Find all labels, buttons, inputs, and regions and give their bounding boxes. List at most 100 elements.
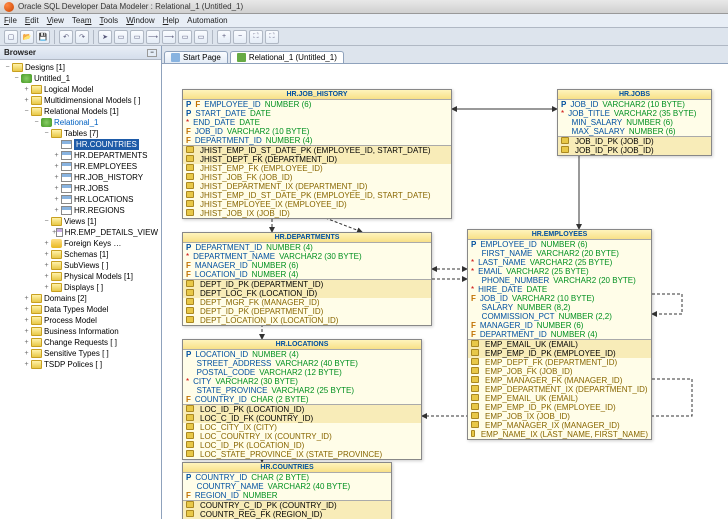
menu-edit[interactable]: Edit xyxy=(25,16,39,25)
twist-icon[interactable]: + xyxy=(22,84,31,95)
tree-node[interactable]: −Untitled_1 xyxy=(2,73,159,84)
menu-help[interactable]: Help xyxy=(163,16,179,25)
tree-node[interactable]: + HR.JOBS xyxy=(2,183,159,194)
twist-icon[interactable] xyxy=(52,139,61,150)
column-row: JOB_IDVARCHAR2 (10 BYTE) xyxy=(468,294,651,303)
tool-note-icon[interactable]: ▭ xyxy=(178,30,192,44)
twist-icon[interactable]: − xyxy=(22,106,31,117)
tool-fit2-icon[interactable]: ⛶ xyxy=(265,30,279,44)
tree-node[interactable]: +Change Requests [ ] xyxy=(2,337,159,348)
twist-icon[interactable]: + xyxy=(22,337,31,348)
tool-redo-icon[interactable]: ↷ xyxy=(75,30,89,44)
tree-node[interactable]: +Multidimensional Models [ ] xyxy=(2,95,159,106)
twist-icon[interactable]: + xyxy=(42,249,51,260)
tree-label: Designs [1] xyxy=(25,62,65,73)
tool-entity-icon[interactable]: ▭ xyxy=(114,30,128,44)
tool-fk2-icon[interactable]: ⟶ xyxy=(162,30,176,44)
twist-icon[interactable]: − xyxy=(42,216,51,227)
menu-window[interactable]: Window xyxy=(126,16,154,25)
tab-start-page[interactable]: Start Page xyxy=(164,51,228,63)
entity-countries[interactable]: HR.COUNTRIESCOUNTRY_IDCHAR (2 BYTE) COUN… xyxy=(182,462,392,519)
twist-icon[interactable]: + xyxy=(22,315,31,326)
menu-team[interactable]: Team xyxy=(72,16,92,25)
tool-new-icon[interactable]: ▢ xyxy=(4,30,18,44)
tree-node[interactable]: +HR.DEPARTMENTS xyxy=(2,150,159,161)
entity-job_history[interactable]: HR.JOB_HISTORYEMPLOYEE_IDNUMBER (6)START… xyxy=(182,89,452,219)
entity-jobs[interactable]: HR.JOBSJOB_IDVARCHAR2 (10 BYTE)JOB_TITLE… xyxy=(557,89,712,156)
page-icon xyxy=(171,53,180,62)
tree-node[interactable]: +Foreign Keys … xyxy=(2,238,159,249)
tree-node[interactable]: +Physical Models [1] xyxy=(2,271,159,282)
twist-icon[interactable]: + xyxy=(52,194,61,205)
twist-icon[interactable]: + xyxy=(52,205,61,216)
tool-save-icon[interactable]: 💾 xyxy=(36,30,50,44)
tree-node[interactable]: +Domains [2] xyxy=(2,293,159,304)
tree-node[interactable]: −Relational_1 xyxy=(2,117,159,128)
browser-tree[interactable]: −Designs [1]−Untitled_1+Logical Model+Mu… xyxy=(0,60,161,519)
tree-node[interactable]: +TSDP Polices [ ] xyxy=(2,359,159,370)
tree-node[interactable]: +HR.JOB_HISTORY xyxy=(2,172,159,183)
twist-icon[interactable]: + xyxy=(42,282,51,293)
tool-note2-icon[interactable]: ▭ xyxy=(194,30,208,44)
twist-icon[interactable]: + xyxy=(22,359,31,370)
tool-view-icon[interactable]: ▭ xyxy=(130,30,144,44)
tool-undo-icon[interactable]: ↶ xyxy=(59,30,73,44)
twist-icon[interactable]: − xyxy=(32,117,41,128)
key-icon xyxy=(186,423,194,430)
twist-icon[interactable]: + xyxy=(52,183,61,194)
key-icon xyxy=(51,239,62,248)
twist-icon[interactable]: + xyxy=(22,293,31,304)
column-row: COUNTRY_IDCHAR (2 BYTE) xyxy=(183,395,421,404)
twist-icon[interactable]: + xyxy=(42,260,51,271)
tool-open-icon[interactable]: 📂 xyxy=(20,30,34,44)
tool-arrow-icon[interactable]: ➤ xyxy=(98,30,112,44)
menu-file[interactable]: File xyxy=(4,16,17,25)
tree-node[interactable]: −Tables [7] xyxy=(2,128,159,139)
tree-node[interactable]: +Displays [ ] xyxy=(2,282,159,293)
twist-icon[interactable]: + xyxy=(22,348,31,359)
column-row: CITYVARCHAR2 (30 BYTE) xyxy=(183,377,421,386)
diagram-canvas[interactable]: HR.JOB_HISTORYEMPLOYEE_IDNUMBER (6)START… xyxy=(162,64,728,519)
twist-icon[interactable]: + xyxy=(22,326,31,337)
menu-automation[interactable]: Automation xyxy=(187,16,227,25)
tree-node[interactable]: +Business Information xyxy=(2,326,159,337)
tree-node[interactable]: +HR.EMPLOYEES xyxy=(2,161,159,172)
tool-fk-icon[interactable]: ⟶ xyxy=(146,30,160,44)
twist-icon[interactable]: + xyxy=(42,271,51,282)
entity-employees[interactable]: HR.EMPLOYEESEMPLOYEE_IDNUMBER (6) FIRST_… xyxy=(467,229,652,440)
twist-icon[interactable]: + xyxy=(22,95,31,106)
minimize-icon[interactable]: − xyxy=(147,49,157,57)
tree-node[interactable]: +Schemas [1] xyxy=(2,249,159,260)
tree-node[interactable]: −Views [1] xyxy=(2,216,159,227)
menu-view[interactable]: View xyxy=(47,16,64,25)
tree-node[interactable]: +HR.EMP_DETAILS_VIEW xyxy=(2,227,159,238)
twist-icon[interactable]: + xyxy=(52,150,61,161)
tree-label: HR.JOBS xyxy=(74,183,109,194)
tree-node[interactable]: +Logical Model xyxy=(2,84,159,95)
twist-icon[interactable]: + xyxy=(52,161,61,172)
twist-icon[interactable]: − xyxy=(42,128,51,139)
menu-tools[interactable]: Tools xyxy=(100,16,119,25)
tab-relational[interactable]: Relational_1 (Untitled_1) xyxy=(230,51,344,63)
twist-icon[interactable]: − xyxy=(3,62,12,73)
tree-node[interactable]: +HR.REGIONS xyxy=(2,205,159,216)
tree-node[interactable]: HR.COUNTRIES xyxy=(2,139,159,150)
tbl-icon xyxy=(61,162,72,171)
tool-zoom-in-icon[interactable]: + xyxy=(217,30,231,44)
entity-locations[interactable]: HR.LOCATIONSLOCATION_IDNUMBER (4) STREET… xyxy=(182,339,422,460)
tree-node[interactable]: +SubViews [ ] xyxy=(2,260,159,271)
tool-zoom-out-icon[interactable]: − xyxy=(233,30,247,44)
tree-node[interactable]: +Process Model xyxy=(2,315,159,326)
tree-node[interactable]: − Designs [1] xyxy=(2,62,159,73)
twist-icon[interactable]: − xyxy=(12,73,21,84)
tree-node[interactable]: +HR.LOCATIONS xyxy=(2,194,159,205)
twist-icon[interactable]: + xyxy=(42,238,51,249)
tree-node[interactable]: +Data Types Model xyxy=(2,304,159,315)
twist-icon[interactable]: + xyxy=(52,172,61,183)
twist-icon[interactable]: + xyxy=(22,304,31,315)
tool-fit-icon[interactable]: ⛶ xyxy=(249,30,263,44)
content-area: Start Page Relational_1 (Untitled_1) xyxy=(162,46,728,519)
tree-node[interactable]: −Relational Models [1] xyxy=(2,106,159,117)
entity-departments[interactable]: HR.DEPARTMENTSDEPARTMENT_IDNUMBER (4)DEP… xyxy=(182,232,432,326)
tree-node[interactable]: +Sensitive Types [ ] xyxy=(2,348,159,359)
